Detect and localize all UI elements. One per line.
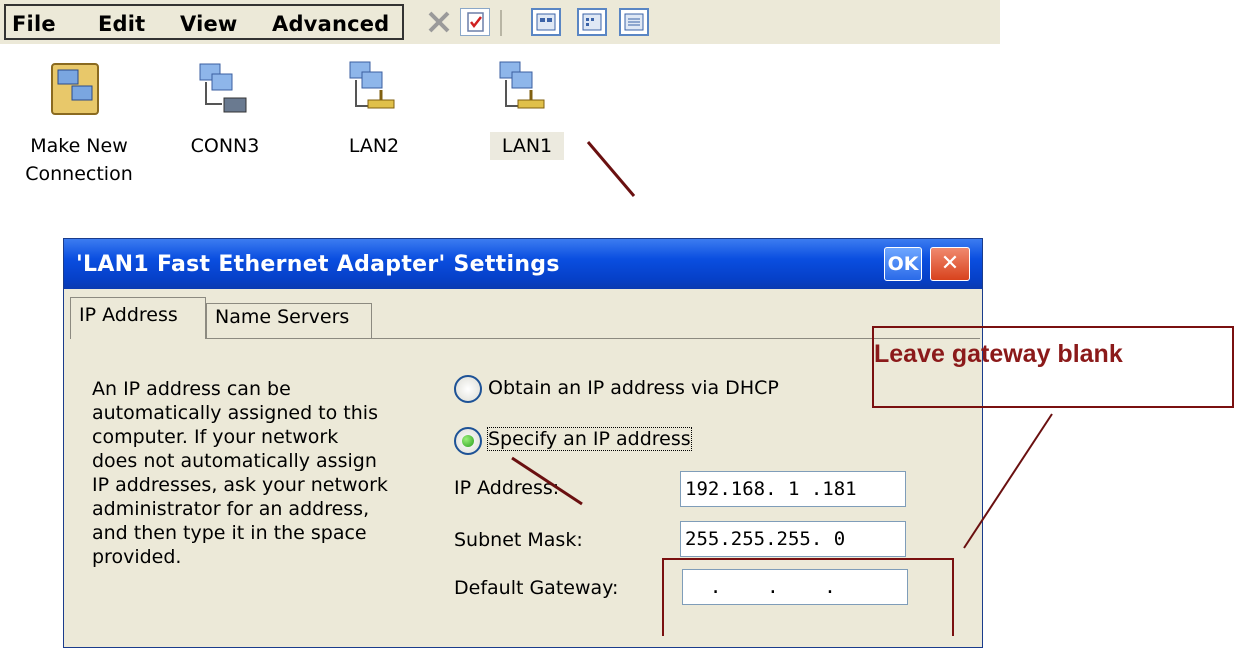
annotation-arrow-lan1	[586, 141, 636, 197]
gateway-highlight-box	[662, 558, 954, 636]
annotation-callout-box: Leave gateway blank	[872, 326, 1234, 408]
annotation-arrow-specify	[511, 456, 583, 506]
annotation-text: Leave gateway blank	[874, 340, 1123, 368]
tab-ip-address[interactable]: IP Address	[70, 297, 206, 339]
annotation-arrow-gateway	[963, 413, 1053, 549]
